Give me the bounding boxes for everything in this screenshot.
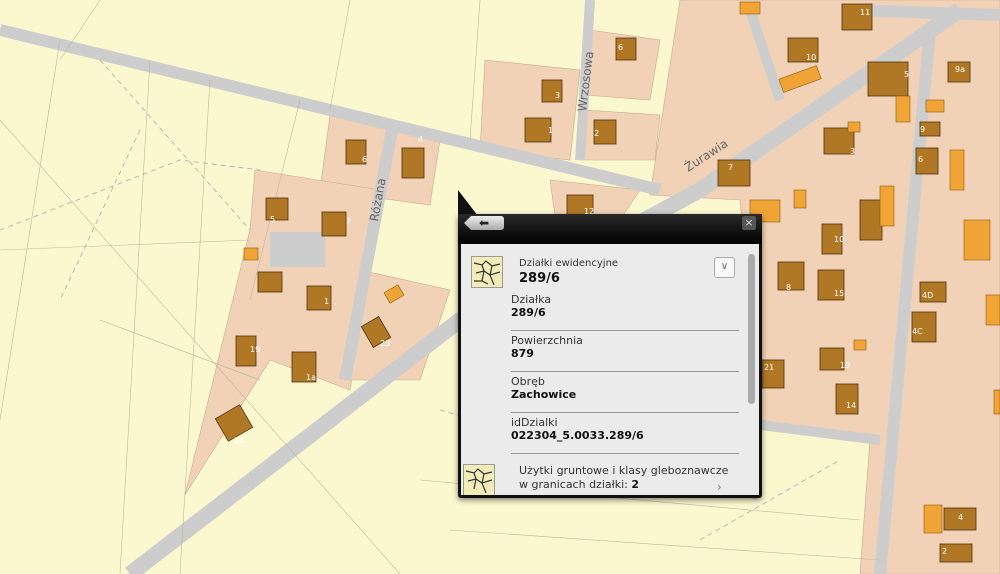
related-count: 2 [631, 478, 640, 491]
soil-layer-thumbnail-icon [463, 464, 495, 495]
house-number: 1 [324, 297, 329, 306]
house-number: 6 [362, 155, 367, 164]
related-text: Użytki gruntowe i klasy gleboznawcze w g… [519, 464, 729, 491]
house-number: 11 [860, 8, 870, 17]
house-number: 5 [270, 215, 275, 224]
house-number: 5 [904, 70, 909, 79]
scrollbar-thumb[interactable] [748, 254, 755, 404]
house-number: 7 [728, 163, 733, 172]
house-number: 1 [548, 126, 553, 135]
field-label: Obręb [511, 375, 545, 388]
field-label: Powierzchnia [511, 334, 583, 347]
popup-header: ⬅ × [458, 214, 762, 244]
field-label: Działka [511, 293, 552, 306]
layer-title: Działki ewidencyjne [519, 258, 619, 269]
house-number: 21 [764, 363, 774, 372]
house-number: 7 [346, 217, 351, 226]
house-number: 2 [594, 129, 599, 138]
house-number: 10 [834, 235, 844, 244]
feature-info-popup: ⬅ × Działki ewidencyjne 289/6 ∨ Działka … [458, 214, 762, 498]
expand-dropdown-button[interactable]: ∨ [714, 257, 735, 278]
field-label: idDzialki [511, 416, 558, 429]
layer-value: 289/6 [519, 271, 560, 286]
house-number: 9 [920, 125, 925, 134]
chevron-down-icon: ∨ [720, 261, 729, 272]
house-number: 2 [942, 547, 947, 556]
house-number: 15 [834, 289, 844, 298]
house-number: 3 [555, 91, 560, 100]
field-value: 289/6 [511, 306, 546, 319]
house-number: 4 [958, 513, 963, 522]
field-value: 022304_5.0033.289/6 [511, 429, 644, 442]
house-number: 4 [418, 135, 423, 144]
field-iddzialki: idDzialki 022304_5.0033.289/6 [511, 413, 739, 454]
arrow-left-icon: ⬅ [478, 216, 490, 230]
house-number: 14 [846, 401, 856, 410]
chevron-right-icon[interactable]: › [717, 480, 722, 494]
house-number: 3 [850, 147, 855, 156]
house-number: 30 [234, 436, 244, 445]
popup-content[interactable]: Działki ewidencyjne 289/6 ∨ Działka 289/… [461, 244, 759, 495]
close-button[interactable]: × [742, 216, 756, 230]
related-records-link[interactable]: Użytki gruntowe i klasy gleboznawcze w g… [519, 464, 729, 492]
field-powierzchnia: Powierzchnia 879 [511, 331, 739, 372]
house-number: 19 [250, 345, 260, 354]
field-dzialka: Działka 289/6 [511, 290, 739, 331]
house-number: 10 [806, 53, 816, 62]
house-number: 4C [912, 327, 923, 336]
house-number: 1a [306, 373, 316, 382]
back-button[interactable]: ⬅ [464, 216, 504, 230]
house-number: 8 [786, 283, 791, 292]
field-obreb: Obręb Zachowice [511, 372, 739, 413]
house-number: 9a [955, 65, 965, 74]
house-number: 23 [380, 339, 390, 348]
house-number: 4D [922, 291, 933, 300]
parcel-layer-thumbnail-icon [471, 256, 503, 288]
house-number: 6 [618, 43, 623, 52]
house-number: 10 [840, 361, 850, 370]
popup-pointer [458, 190, 478, 216]
house-number: 6 [918, 155, 923, 164]
field-value: Zachowice [511, 388, 577, 401]
field-value: 879 [511, 347, 534, 360]
